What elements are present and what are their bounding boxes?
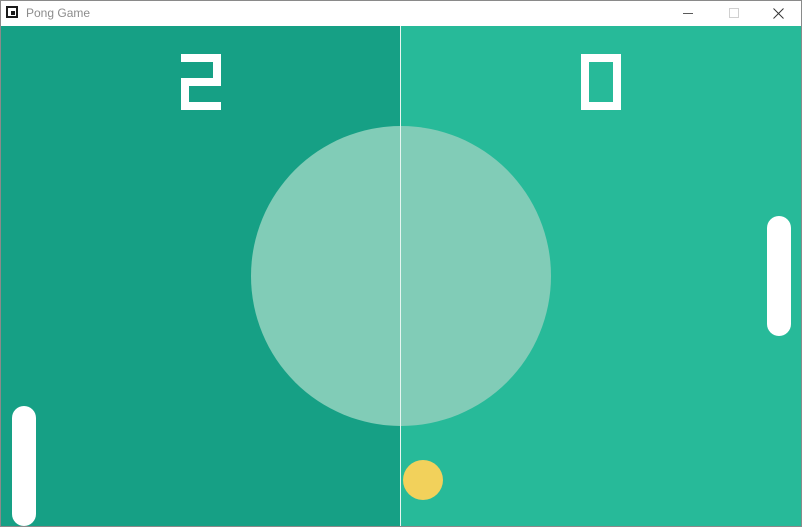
score-segment [581,82,589,110]
right-score: 0 [581,54,621,110]
score-segment [581,54,589,82]
right-paddle [767,216,791,336]
score-segment [613,54,621,82]
left-score-value: 2 [181,54,182,55]
minimize-icon [683,13,693,14]
left-score-digit [181,54,221,110]
score-segment [181,102,221,110]
app-icon [6,6,18,18]
right-score-value: 0 [581,54,582,55]
maximize-button[interactable] [711,1,757,26]
left-score: 2 [181,54,221,110]
center-circle [251,126,551,426]
score-segment [213,54,221,82]
right-score-digit [581,54,621,110]
close-icon [773,8,784,19]
ball [403,460,443,500]
game-court[interactable]: 2 0 [1,26,801,526]
close-button[interactable] [755,1,801,26]
center-line [400,26,401,526]
window-title: Pong Game [26,6,91,20]
game-window: Pong Game 2 0 [0,0,802,527]
maximize-icon [729,8,739,18]
title-bar[interactable]: Pong Game [1,1,801,26]
minimize-button[interactable] [665,1,711,26]
left-paddle [12,406,36,526]
